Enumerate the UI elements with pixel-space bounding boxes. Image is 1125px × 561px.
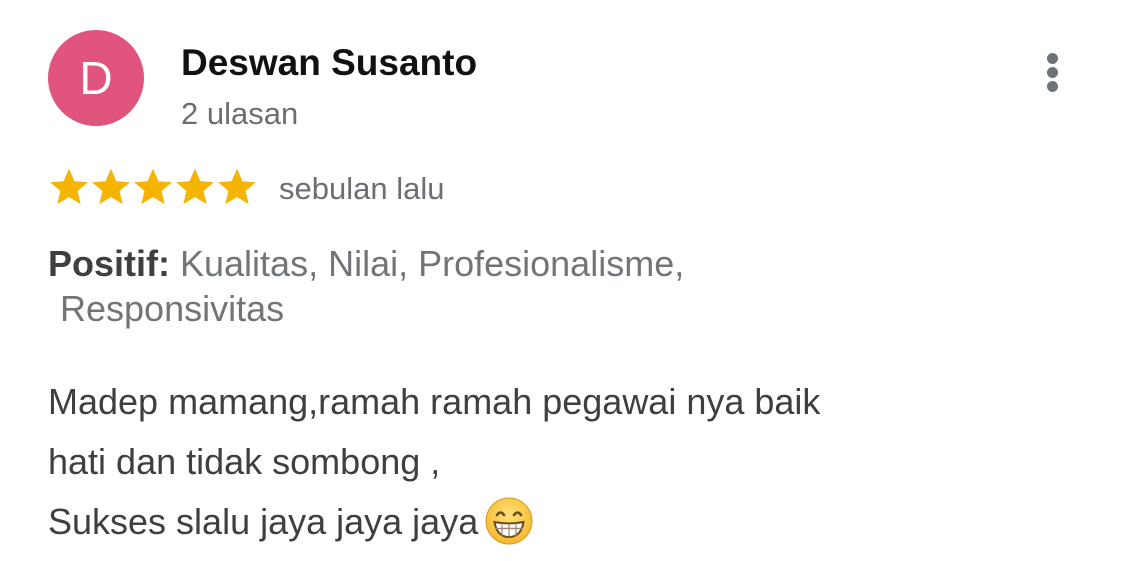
author-name[interactable]: Deswan Susanto (181, 42, 477, 84)
positive-label: Positif: (48, 243, 170, 284)
grinning-face-with-smiling-eyes-icon (485, 497, 533, 545)
positive-values-continued: Responsivitas (60, 288, 285, 329)
positive-values: Kualitas, Nilai, Profesionalisme, (170, 243, 685, 284)
review-text-line: Madep mamang,ramah ramah pegawai nya bai… (48, 381, 821, 422)
more-options-button[interactable] (1031, 48, 1075, 96)
star-rating (48, 164, 258, 210)
star-icon (176, 168, 214, 205)
review-time: sebulan lalu (279, 171, 445, 206)
review-text: Madep mamang,ramah ramah pegawai nya bai… (48, 372, 820, 552)
review-text-line: hati dan tidak sombong , (48, 441, 441, 482)
review-count: 2 ulasan (181, 96, 299, 131)
review-text-line-last: Sukses slalu jaya jaya jaya (48, 492, 820, 552)
avatar[interactable]: D (48, 30, 144, 126)
star-icon (50, 168, 88, 205)
star-icon (134, 168, 172, 205)
more-vertical-icon (1031, 48, 1075, 96)
star-icon (218, 168, 256, 205)
star-icon (92, 168, 130, 205)
positive-aspects: Positif: Kualitas, Nilai, Profesionalism… (48, 242, 684, 286)
review-text-line-content: Sukses slalu jaya jaya jaya (48, 501, 479, 542)
